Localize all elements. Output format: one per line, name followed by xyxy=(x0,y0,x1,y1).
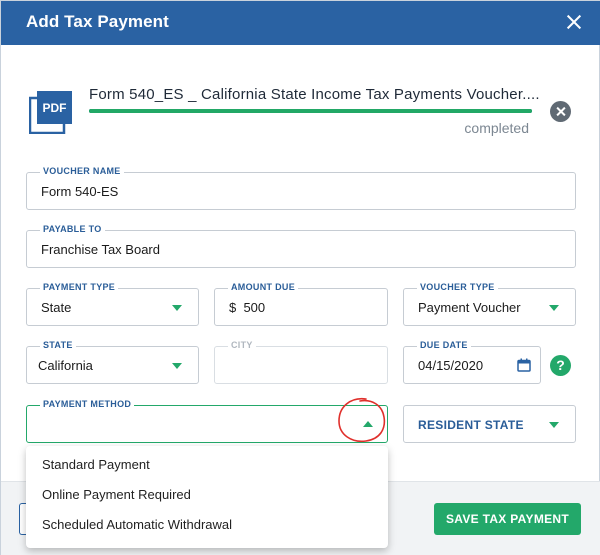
add-tax-payment-dialog: Add Tax Payment PDF Form 540_ES _ Califo… xyxy=(0,0,600,555)
dropdown-option-scheduled-automatic-withdrawal[interactable]: Scheduled Automatic Withdrawal xyxy=(26,510,388,540)
payable-to-value: Franchise Tax Board xyxy=(41,242,160,257)
due-date-field[interactable]: DUE DATE 04/15/2020 xyxy=(403,340,541,384)
chevron-down-icon xyxy=(549,305,559,311)
payable-to-field[interactable]: PAYABLE TO Franchise Tax Board xyxy=(26,224,576,268)
amount-due-value: $ 500 xyxy=(229,300,266,315)
dropdown-option-standard-payment[interactable]: Standard Payment xyxy=(26,450,388,480)
due-date-label: DUE DATE xyxy=(417,340,471,350)
city-field[interactable]: CITY xyxy=(214,340,388,384)
amount-due-field[interactable]: AMOUNT DUE $ 500 xyxy=(214,282,388,326)
payable-to-label: PAYABLE TO xyxy=(40,224,105,234)
calendar-icon[interactable] xyxy=(517,358,531,372)
help-icon[interactable]: ? xyxy=(550,355,571,376)
pdf-icon-label: PDF xyxy=(43,101,67,115)
voucher-name-value: Form 540-ES xyxy=(41,184,119,199)
dialog-header: Add Tax Payment xyxy=(1,1,600,45)
voucher-name-field[interactable]: VOUCHER NAME Form 540-ES xyxy=(26,166,576,210)
remove-file-icon[interactable] xyxy=(550,101,571,122)
payment-type-value: State xyxy=(41,300,72,315)
upload-progress-fill xyxy=(89,109,532,113)
voucher-type-label: VOUCHER TYPE xyxy=(417,282,498,292)
pdf-file-icon: PDF xyxy=(29,91,72,134)
chevron-down-icon xyxy=(549,422,559,428)
state-label: STATE xyxy=(40,340,76,350)
resident-state-label: RESIDENT STATE xyxy=(418,418,524,432)
payment-method-select[interactable]: PAYMENT METHOD xyxy=(26,399,388,443)
uploaded-file-name: Form 540_ES _ California State Income Ta… xyxy=(89,86,540,103)
voucher-name-label: VOUCHER NAME xyxy=(40,166,124,176)
upload-status: completed xyxy=(464,120,529,136)
close-icon[interactable] xyxy=(563,11,585,33)
payment-method-label: PAYMENT METHOD xyxy=(40,399,135,409)
dialog-title: Add Tax Payment xyxy=(26,12,169,31)
save-tax-payment-button[interactable]: SAVE TAX PAYMENT xyxy=(434,503,581,535)
chevron-down-icon xyxy=(172,305,182,311)
due-date-value: 04/15/2020 xyxy=(418,358,484,373)
state-select[interactable]: STATE California xyxy=(26,340,199,384)
payment-type-select[interactable]: PAYMENT TYPE State xyxy=(26,282,199,326)
voucher-type-value: Payment Voucher xyxy=(418,300,521,315)
resident-state-select[interactable]: RESIDENT STATE xyxy=(403,405,576,443)
chevron-down-icon xyxy=(172,363,182,369)
payment-method-dropdown: Standard Payment Online Payment Required… xyxy=(26,446,388,548)
state-value: California xyxy=(38,358,93,373)
voucher-type-select[interactable]: VOUCHER TYPE Payment Voucher xyxy=(403,282,576,326)
chevron-up-icon[interactable] xyxy=(363,421,373,427)
city-label: CITY xyxy=(228,340,256,350)
amount-due-label: AMOUNT DUE xyxy=(228,282,298,292)
payment-type-label: PAYMENT TYPE xyxy=(40,282,119,292)
upload-progress-bar xyxy=(89,109,532,113)
dropdown-option-online-payment-required[interactable]: Online Payment Required xyxy=(26,480,388,510)
